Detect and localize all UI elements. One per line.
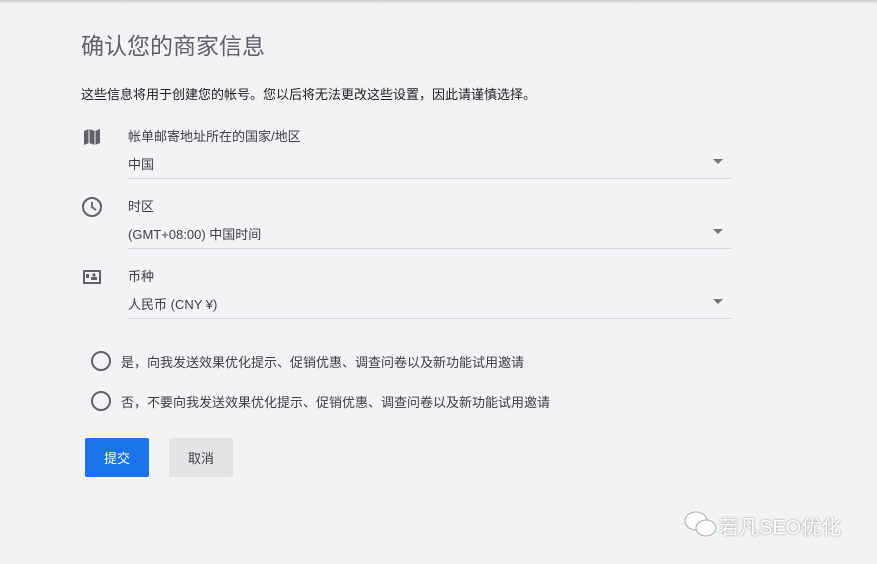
underline (128, 248, 731, 249)
clock-icon (82, 197, 102, 217)
country-value: 中国 (128, 157, 155, 172)
timezone-select[interactable]: 时区 (GMT+08:00) 中国时间 (81, 196, 731, 256)
timezone-label: 时区 (128, 199, 155, 214)
underline (128, 178, 731, 179)
underline (128, 318, 731, 319)
watermark-text: 若凡SEO优化 (719, 516, 842, 539)
top-shadow (0, 0, 877, 4)
radio-circle[interactable] (91, 351, 111, 371)
watermark: 若凡SEO优化 (683, 510, 841, 540)
cancel-button[interactable]: 取消 (169, 438, 233, 477)
submit-button[interactable]: 提交 (85, 438, 149, 477)
timezone-value: (GMT+08:00) 中国时间 (128, 227, 262, 242)
page-title: 确认您的商家信息 (81, 33, 265, 59)
wechat-icon (684, 511, 717, 537)
currency-label: 币种 (128, 269, 155, 284)
chevron-down-icon (713, 299, 723, 304)
currency-select[interactable]: 币种 人民币 (CNY ¥) (81, 266, 731, 326)
radio-opt-in[interactable]: 是，向我发送效果优化提示、促销优惠、调查问卷以及新功能试用邀请 (91, 351, 524, 371)
currency-icon (83, 270, 101, 284)
currency-value: 人民币 (CNY ¥) (128, 297, 218, 312)
radio-opt-in-label: 是，向我发送效果优化提示、促销优惠、调查问卷以及新功能试用邀请 (121, 354, 525, 370)
radio-circle[interactable] (91, 391, 111, 411)
country-label: 帐单邮寄地址所在的国家/地区 (128, 129, 301, 144)
description: 这些信息将用于创建您的帐号。您以后将无法更改这些设置，因此请谨慎选择。 (81, 87, 537, 102)
chevron-down-icon (713, 229, 723, 234)
radio-opt-out-label: 否，不要向我发送效果优化提示、促销优惠、调查问卷以及新功能试用邀请 (121, 394, 551, 410)
chevron-down-icon (713, 159, 723, 164)
country-select[interactable]: 帐单邮寄地址所在的国家/地区 中国 (81, 126, 731, 186)
map-icon (84, 129, 100, 145)
radio-opt-out[interactable]: 否，不要向我发送效果优化提示、促销优惠、调查问卷以及新功能试用邀请 (91, 391, 550, 411)
